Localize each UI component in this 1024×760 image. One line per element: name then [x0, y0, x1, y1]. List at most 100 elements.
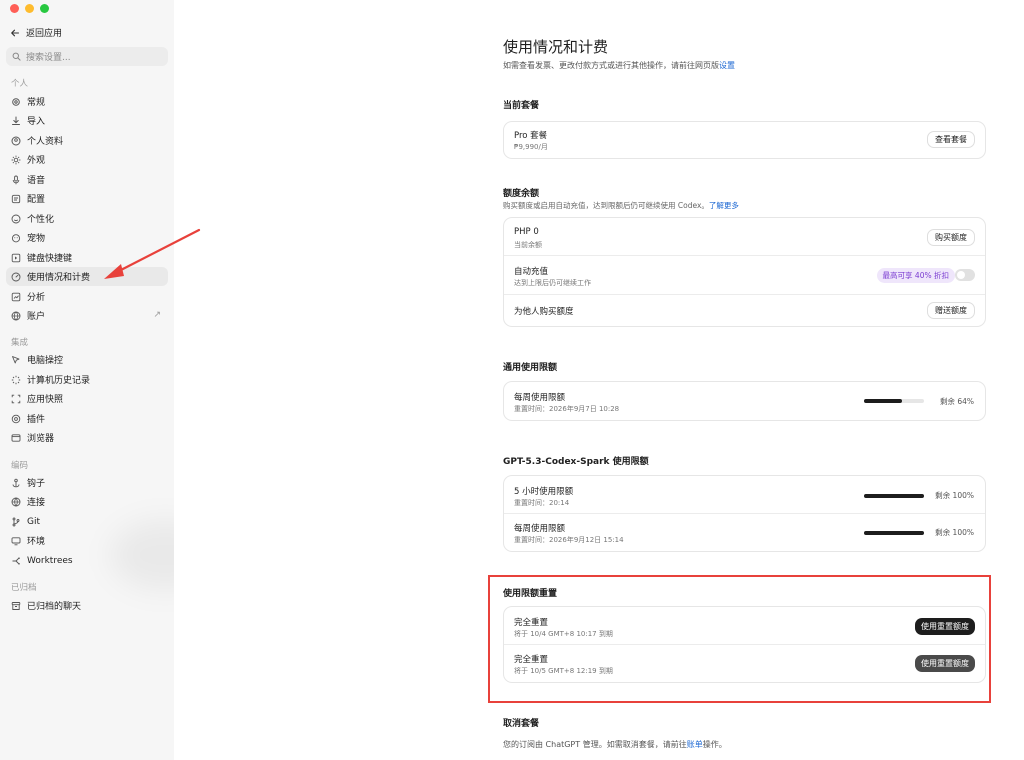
sidebar-item-label: 使用情况和计费	[27, 273, 91, 283]
balance-label: 当前余额	[514, 241, 542, 249]
usage-bar	[864, 531, 924, 535]
sidebar-item-personalization[interactable]: 个性化	[6, 209, 168, 228]
sidebar-item-usage-billing[interactable]: 使用情况和计费	[6, 267, 168, 286]
view-plan-button[interactable]: 查看套餐	[927, 131, 975, 148]
download-icon	[11, 116, 21, 126]
usage-bar-fill	[864, 531, 924, 535]
account-icon	[11, 311, 21, 321]
sidebar-item-plugins[interactable]: 插件	[6, 409, 168, 428]
profile-icon	[11, 136, 21, 146]
sidebar-item-label: 外观	[27, 156, 46, 166]
pet-icon	[11, 233, 21, 243]
sidebar-item-label: 键盘快捷键	[27, 254, 73, 264]
cancel-plan-title: 取消套餐	[503, 719, 540, 729]
plan-name: Pro 套餐	[514, 131, 548, 141]
balance-row: PHP 0 当前余额 购买额度	[504, 218, 985, 256]
sidebar-item-worktrees[interactable]: Worktrees	[6, 551, 168, 570]
current-plan-title: 当前套餐	[503, 101, 540, 111]
sun-icon	[11, 155, 21, 165]
browser-icon	[11, 433, 21, 443]
spark-weekly-limit-reset: 重置时间：2026年9月12日 15:14	[514, 536, 624, 544]
page-title: 使用情况和计费	[503, 38, 609, 56]
back-to-app-label: 返回应用	[26, 29, 63, 39]
sidebar-item-browser[interactable]: 浏览器	[6, 428, 168, 447]
close-window-button[interactable]	[10, 4, 19, 13]
spark-limits-title: GPT-5.3-Codex-Spark 使用限额	[503, 457, 649, 467]
sidebar-item-config[interactable]: 配置	[6, 189, 168, 208]
sidebar-item-app-snapshot[interactable]: 应用快照	[6, 389, 168, 408]
learn-more-link[interactable]: 了解更多	[709, 201, 739, 210]
sidebar-item-computer-control[interactable]: 电脑操控	[6, 350, 168, 369]
gift-credits-button[interactable]: 赠送额度	[927, 302, 975, 319]
weekly-limit-label: 每周使用限额	[514, 393, 566, 403]
highlight-box	[488, 575, 991, 703]
page-subtitle-text: 如需查看发票、更改付款方式或进行其他操作，请前往网页版	[503, 61, 719, 70]
sidebar-item-label: Git	[27, 516, 41, 527]
auto-recharge-row: 自动充值 达到上限后仍可继续工作 最高可享 40% 折扣	[504, 256, 985, 295]
usage-bar-fill	[864, 399, 903, 403]
sidebar-item-archived-chats[interactable]: 已归档的聊天	[6, 596, 168, 615]
git-icon	[11, 517, 21, 527]
minimize-window-button[interactable]	[25, 4, 34, 13]
usage-bar-fill	[864, 494, 924, 498]
window-controls	[10, 4, 49, 13]
remaining-text: 剩余 64%	[939, 397, 974, 406]
sidebar-item-label: 宠物	[27, 234, 46, 244]
sidebar-item-label: 个人资料	[27, 137, 64, 147]
sidebar-item-environment[interactable]: 环境	[6, 531, 168, 550]
usage-bar	[864, 399, 924, 403]
discount-badge: 最高可享 40% 折扣	[876, 268, 955, 283]
sidebar-item-label: 导入	[27, 117, 46, 127]
credits-desc-text: 购买额度或启用自动充值，达到限额后仍可继续使用 Codex。	[503, 201, 709, 210]
sidebar-item-appearance[interactable]: 外观	[6, 150, 168, 169]
gift-credits-label: 为他人购买额度	[514, 307, 574, 317]
spark-weekly-limit-label: 每周使用限额	[514, 524, 566, 534]
personalize-icon	[11, 214, 21, 224]
sidebar-item-label: 连接	[27, 498, 46, 508]
sidebar-item-connections[interactable]: 连接	[6, 492, 168, 511]
usage-bar	[864, 494, 924, 498]
back-to-app-button[interactable]: 返回应用	[10, 26, 62, 39]
sidebar-item-pet[interactable]: 宠物	[6, 228, 168, 247]
sidebar-item-label: 浏览器	[27, 434, 55, 444]
billing-link[interactable]: 账单	[687, 740, 703, 749]
settings-link[interactable]: 设置	[719, 61, 735, 70]
gear-icon	[11, 97, 21, 107]
sidebar-item-general[interactable]: 常规	[6, 92, 168, 111]
sidebar-item-import[interactable]: 导入	[6, 111, 168, 130]
weekly-limit-reset: 重置时间：2026年9月7日 10:28	[514, 405, 620, 413]
sidebar-item-account[interactable]: 账户 ↗	[6, 306, 168, 325]
sidebar-item-profile[interactable]: 个人资料	[6, 131, 168, 150]
snapshot-icon	[11, 394, 21, 404]
sidebar-item-label: 电脑操控	[27, 356, 64, 366]
sidebar-item-keyboard-shortcuts[interactable]: 键盘快捷键	[6, 248, 168, 267]
section-archived: 已归档	[11, 583, 37, 593]
plugin-icon	[11, 414, 21, 424]
buy-credits-button[interactable]: 购买额度	[927, 229, 975, 246]
credits-title: 额度余额	[503, 189, 540, 199]
five-hour-limit-reset: 重置时间：20:14	[514, 499, 570, 507]
chart-icon	[11, 292, 21, 302]
sidebar-item-hooks[interactable]: 钩子	[6, 473, 168, 492]
sidebar-item-voice[interactable]: 语音	[6, 170, 168, 189]
plan-row: Pro 套餐 ₱9,990/月 查看套餐	[504, 122, 985, 158]
search-input[interactable]: 搜索设置...	[6, 47, 168, 66]
sidebar-item-label: 插件	[27, 415, 46, 425]
zoom-window-button[interactable]	[40, 4, 49, 13]
sidebar-item-computer-history[interactable]: 计算机历史记录	[6, 370, 168, 389]
mic-icon	[11, 175, 21, 185]
sidebar-item-label: 钩子	[27, 479, 46, 489]
auto-recharge-toggle[interactable]	[955, 269, 975, 281]
spark-weekly-limit-row: 每周使用限额 重置时间：2026年9月12日 15:14 剩余 100%	[504, 514, 985, 551]
weekly-limit-row: 每周使用限额 重置时间：2026年9月7日 10:28 剩余 64%	[504, 382, 985, 420]
remaining-text: 剩余 100%	[935, 491, 974, 500]
sidebar-item-analytics[interactable]: 分析	[6, 287, 168, 306]
archive-icon	[11, 601, 21, 611]
sidebar-item-label: 已归档的聊天	[27, 602, 82, 612]
five-hour-limit-label: 5 小时使用限额	[514, 487, 574, 497]
section-personal: 个人	[11, 79, 29, 89]
cancel-plan-text-prefix: 您的订阅由 ChatGPT 管理。如需取消套餐，请前往	[503, 740, 687, 749]
general-limits-title: 通用使用限额	[503, 363, 558, 373]
sidebar-item-label: 常规	[27, 98, 46, 108]
sidebar-item-git[interactable]: Git	[6, 512, 168, 531]
